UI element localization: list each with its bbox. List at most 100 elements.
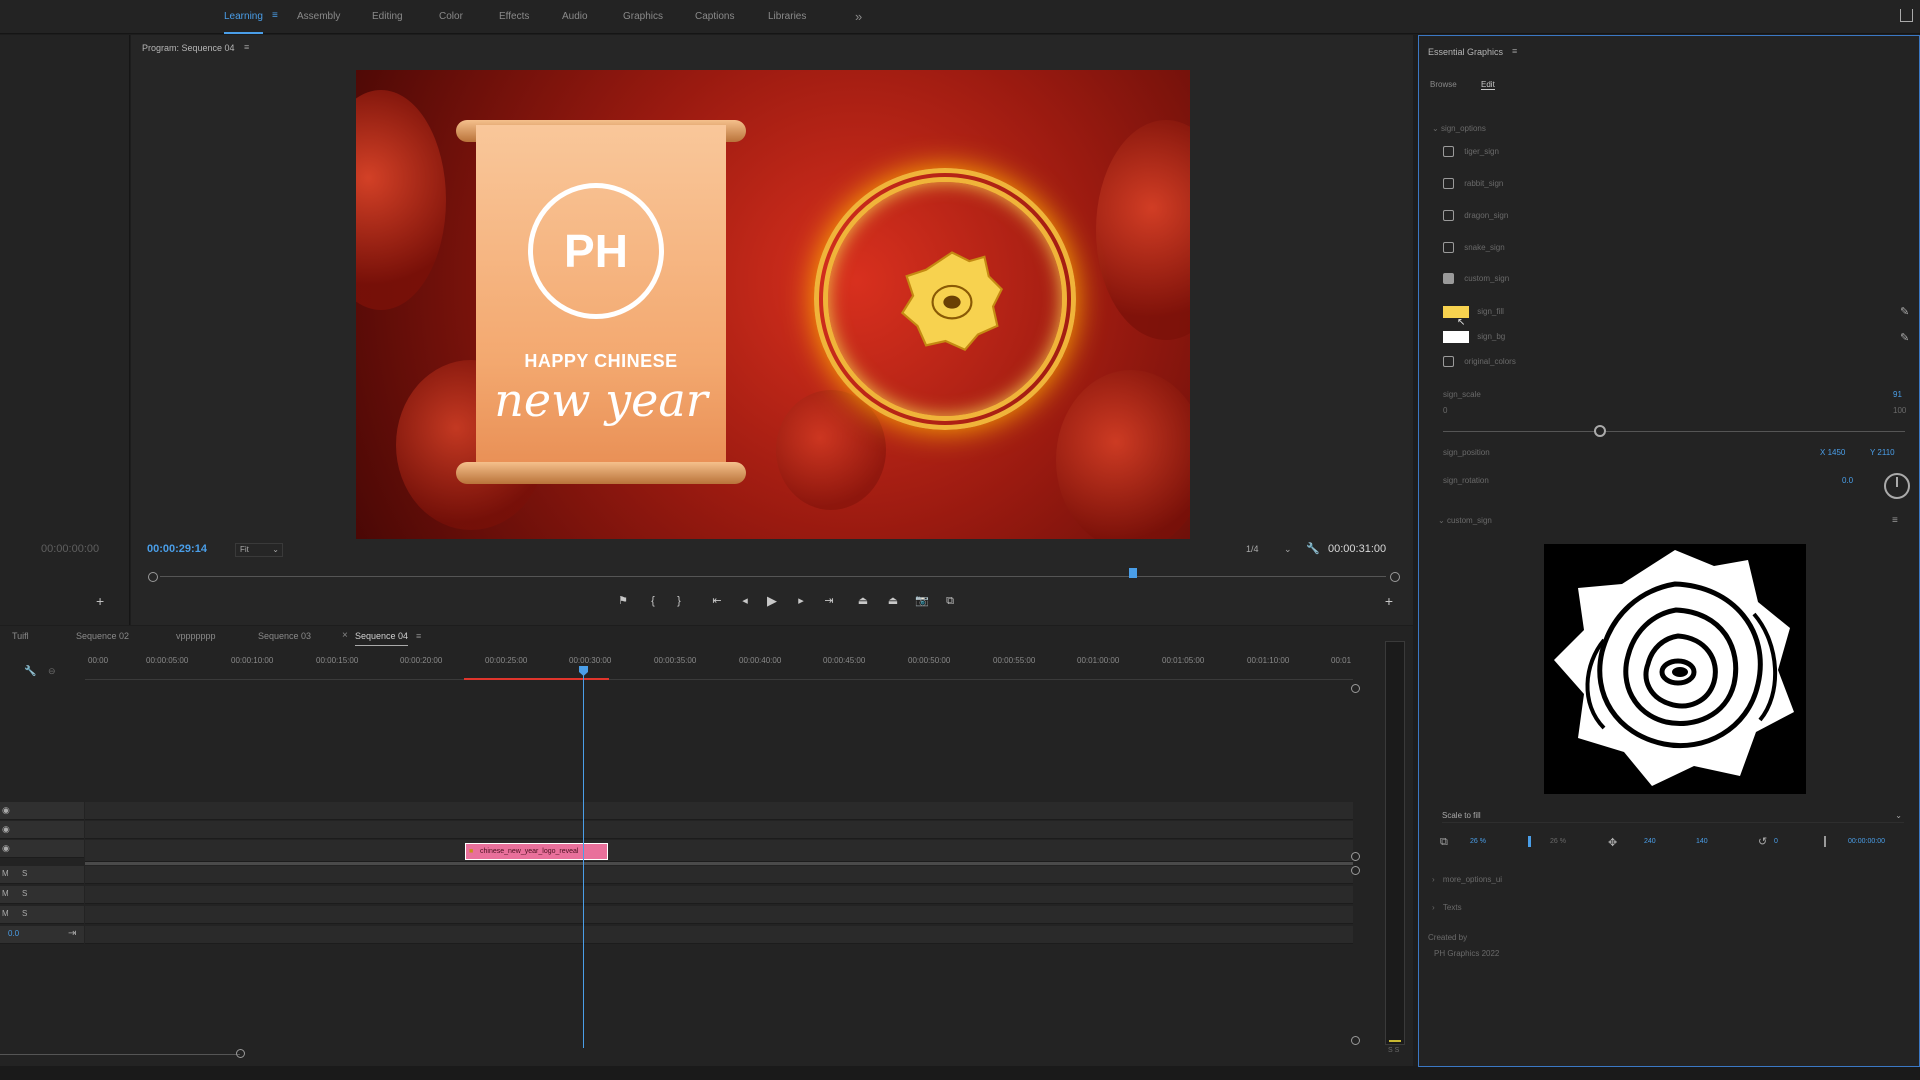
lift-icon[interactable]: ⏏: [856, 594, 870, 608]
zoom-handle-right[interactable]: [1390, 572, 1400, 582]
checkbox-row[interactable]: original_colors: [1443, 356, 1516, 370]
scale-value[interactable]: 91: [1893, 390, 1902, 399]
scrub-bar[interactable]: [148, 568, 1400, 582]
audio-track-2[interactable]: [85, 886, 1353, 904]
panel-menu-icon[interactable]: ≡: [244, 42, 249, 52]
sequence-tab-tuifl[interactable]: Tuifl: [12, 626, 29, 646]
section-sign-options[interactable]: ⌄ sign_options: [1432, 124, 1486, 138]
workspace-menu-icon[interactable]: ≡: [272, 10, 278, 21]
timeline-playhead[interactable]: [583, 670, 584, 1048]
eyedropper-icon[interactable]: ✎: [1900, 331, 1909, 344]
eye-icon[interactable]: ◉: [2, 824, 10, 835]
transform-y[interactable]: 140: [1696, 838, 1708, 845]
button-editor-icon[interactable]: +: [1382, 594, 1396, 608]
audio-track-1[interactable]: [85, 866, 1353, 884]
sequence-tab-vpppp[interactable]: vppppppp: [176, 626, 216, 646]
zoom-handle-left[interactable]: [148, 572, 158, 582]
section-more-options[interactable]: › more_options_ui: [1432, 875, 1502, 889]
checkbox[interactable]: [1443, 146, 1454, 157]
workspace-tab-assembly[interactable]: Assembly: [297, 0, 340, 34]
solo-button[interactable]: S: [22, 869, 27, 878]
position-y[interactable]: Y 2110: [1870, 448, 1895, 457]
sequence-tab-02[interactable]: Sequence 02: [76, 626, 129, 646]
eye-icon[interactable]: ◉: [2, 843, 10, 854]
track-header-a2[interactable]: M S: [0, 886, 84, 904]
color-swatch-bg[interactable]: [1443, 331, 1469, 343]
workspace-tab-captions[interactable]: Captions: [695, 0, 734, 34]
solo-button[interactable]: S: [22, 909, 27, 918]
rotate-icon[interactable]: ↺: [1758, 835, 1767, 848]
resolution-dropdown[interactable]: 1/4 ⌄: [1246, 543, 1294, 557]
tab-edit[interactable]: Edit: [1481, 80, 1495, 90]
vertical-zoom-handle[interactable]: [1351, 1036, 1360, 1045]
checkbox-row[interactable]: tiger_sign: [1443, 146, 1499, 160]
track-header-a1[interactable]: M S: [0, 866, 84, 884]
step-back-icon[interactable]: ◂: [738, 594, 752, 608]
color-row-sign-bg[interactable]: sign_bg: [1443, 331, 1505, 345]
mark-in-icon[interactable]: {: [646, 594, 660, 608]
workspace-tab-learning[interactable]: Learning: [224, 0, 263, 34]
go-to-out-icon[interactable]: ⇥: [822, 594, 836, 608]
track-header-master[interactable]: 0.0 ⇥: [0, 926, 84, 944]
checkbox-row[interactable]: rabbit_sign: [1443, 178, 1503, 192]
graphic-clip[interactable]: ■ chinese_new_year_logo_reveal: [465, 843, 608, 860]
tab-browse[interactable]: Browse: [1430, 80, 1457, 89]
workspace-tab-effects[interactable]: Effects: [499, 0, 529, 34]
step-forward-icon[interactable]: ▸: [794, 594, 808, 608]
track-header-v1[interactable]: ◉: [0, 840, 84, 858]
mute-button[interactable]: M: [2, 869, 9, 878]
vertical-zoom-handle[interactable]: [1351, 852, 1360, 861]
section-menu-icon[interactable]: ≡: [1892, 515, 1898, 526]
workspace-tab-audio[interactable]: Audio: [562, 0, 588, 34]
fit-dropdown[interactable]: Fit ⌄: [235, 543, 283, 557]
section-custom-sign[interactable]: ⌄ custom_sign: [1438, 516, 1492, 530]
solo-button[interactable]: S: [22, 889, 27, 898]
scrub-playhead[interactable]: [1128, 568, 1137, 578]
close-tab-icon[interactable]: ×: [342, 626, 348, 646]
width-percent[interactable]: 26 %: [1470, 838, 1486, 845]
checkbox[interactable]: [1443, 242, 1454, 253]
scale-mode-dropdown[interactable]: Scale to fill ⌄: [1442, 809, 1904, 823]
workspace-overflow-icon[interactable]: »: [855, 0, 862, 34]
height-percent[interactable]: 26 %: [1550, 838, 1566, 845]
workspace-tab-graphics[interactable]: Graphics: [623, 0, 663, 34]
rotation-dial-icon[interactable]: [1884, 473, 1910, 499]
share-icon[interactable]: [1900, 9, 1913, 22]
eye-icon[interactable]: ◉: [2, 805, 10, 816]
playhead-timecode[interactable]: 00:00:29:14: [147, 543, 207, 555]
track-header-v3[interactable]: ◉: [0, 802, 84, 820]
transform-time[interactable]: 00:00:00:00: [1848, 838, 1885, 845]
checkbox-row[interactable]: custom_sign: [1443, 273, 1509, 287]
checkbox[interactable]: [1443, 210, 1454, 221]
meter-solo-labels[interactable]: S S: [1388, 1047, 1399, 1054]
master-track[interactable]: [85, 926, 1353, 944]
workspace-tab-color[interactable]: Color: [439, 0, 463, 34]
wrench-icon[interactable]: 🔧: [1306, 542, 1320, 555]
position-x[interactable]: X 1450: [1820, 448, 1845, 457]
custom-sign-preview[interactable]: [1544, 544, 1806, 794]
link-scale-icon[interactable]: ⧉: [1440, 836, 1448, 849]
video-track-1[interactable]: [85, 840, 1353, 862]
checkbox-row[interactable]: dragon_sign: [1443, 210, 1508, 224]
track-header-a3[interactable]: M S: [0, 906, 84, 924]
comparison-view-icon[interactable]: ⧉: [943, 594, 957, 608]
video-track-3[interactable]: [85, 802, 1353, 820]
marker-icon[interactable]: ⚑: [616, 594, 630, 608]
scale-slider[interactable]: [1443, 425, 1905, 437]
linked-selection-icon[interactable]: ⊖: [48, 666, 56, 677]
add-button[interactable]: +: [96, 593, 104, 609]
video-track-2[interactable]: [85, 821, 1353, 839]
workspace-tab-editing[interactable]: Editing: [372, 0, 403, 34]
sequence-tab-04[interactable]: Sequence 04: [355, 626, 409, 646]
vertical-zoom-handle[interactable]: [1351, 684, 1360, 693]
master-volume-value[interactable]: 0.0: [8, 929, 19, 938]
checkbox-checked[interactable]: [1443, 273, 1454, 284]
mute-button[interactable]: M: [2, 889, 9, 898]
essential-graphics-title[interactable]: Essential Graphics: [1428, 47, 1503, 57]
track-header-v2[interactable]: ◉: [0, 821, 84, 839]
slider-knob[interactable]: [1594, 425, 1607, 437]
horizontal-scroll-track[interactable]: [0, 1054, 240, 1055]
play-icon[interactable]: ▶: [765, 594, 779, 608]
sequence-tab-03[interactable]: Sequence 03: [258, 626, 311, 646]
checkbox[interactable]: [1443, 178, 1454, 189]
